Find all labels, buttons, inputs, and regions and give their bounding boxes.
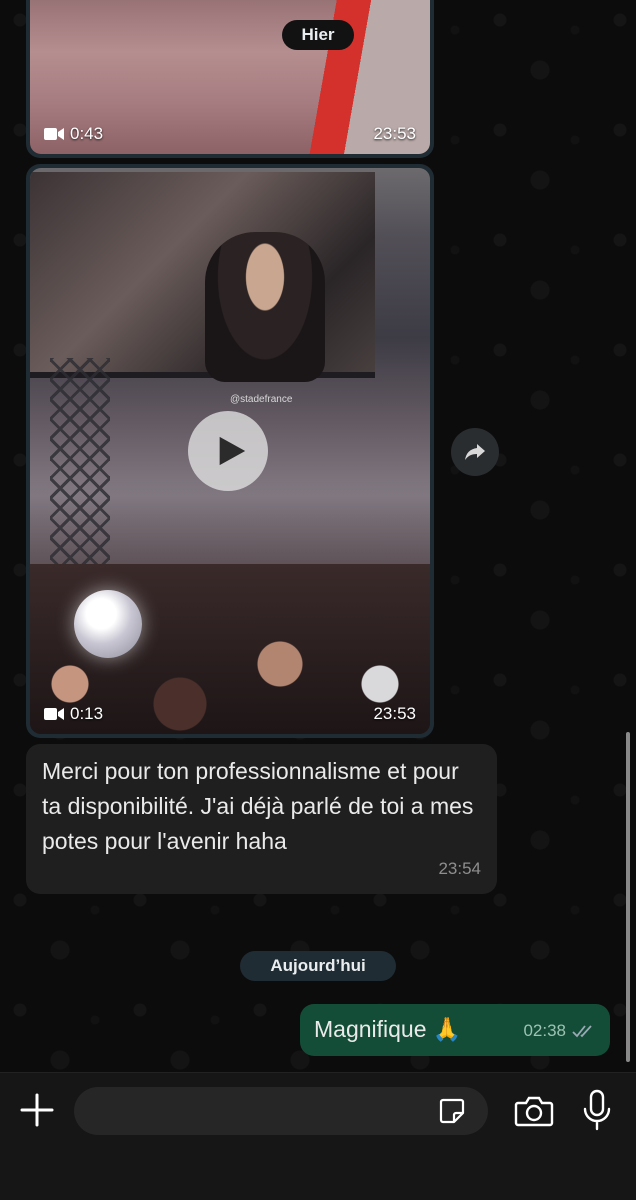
message-text: Merci pour ton professionnalisme et pour… bbox=[42, 758, 474, 854]
forward-button[interactable] bbox=[451, 428, 499, 476]
double-check-icon bbox=[572, 1024, 592, 1037]
message-time: 23:53 bbox=[373, 704, 416, 723]
video-message[interactable]: @stadefrance 0:13 23:53 bbox=[26, 164, 434, 738]
message-time: 23:54 bbox=[438, 859, 481, 878]
performer-image bbox=[205, 232, 325, 382]
play-button[interactable] bbox=[188, 411, 268, 491]
message-time: 23:53 bbox=[373, 124, 416, 143]
video-camera-icon bbox=[44, 128, 64, 140]
sticker-icon[interactable] bbox=[438, 1097, 466, 1125]
composer-bar bbox=[0, 1072, 636, 1200]
chat-area[interactable]: 0:43 23:53 Hier @stadefrance 0:13 23:53 … bbox=[0, 0, 636, 1072]
video-thumbnail[interactable]: 0:43 23:53 bbox=[30, 0, 430, 154]
date-separator: Aujourd’hui bbox=[240, 951, 396, 981]
play-icon bbox=[219, 436, 246, 466]
message-time: 02:38 bbox=[523, 1021, 566, 1040]
date-separator: Hier bbox=[282, 20, 354, 50]
lightstick-image bbox=[74, 590, 142, 658]
scrollbar[interactable] bbox=[626, 732, 630, 1062]
message-input[interactable] bbox=[74, 1087, 488, 1135]
video-duration: 0:43 bbox=[70, 124, 104, 143]
video-camera-icon bbox=[44, 708, 64, 720]
video-message[interactable]: 0:43 23:53 bbox=[26, 0, 434, 158]
microphone-icon[interactable] bbox=[582, 1089, 612, 1131]
outgoing-message[interactable]: Magnifique 🙏 02:38 bbox=[300, 1004, 610, 1056]
forward-icon bbox=[465, 444, 485, 460]
stage-screen-image bbox=[30, 172, 375, 382]
plus-icon[interactable] bbox=[18, 1091, 56, 1129]
video-overlay-text: @stadefrance bbox=[230, 394, 293, 405]
video-duration: 0:13 bbox=[70, 704, 104, 723]
incoming-message[interactable]: Merci pour ton professionnalisme et pour… bbox=[26, 744, 497, 894]
video-thumbnail[interactable]: @stadefrance 0:13 23:53 bbox=[30, 168, 430, 734]
message-text: Magnifique 🙏 bbox=[314, 1016, 462, 1042]
camera-icon[interactable] bbox=[514, 1093, 554, 1129]
